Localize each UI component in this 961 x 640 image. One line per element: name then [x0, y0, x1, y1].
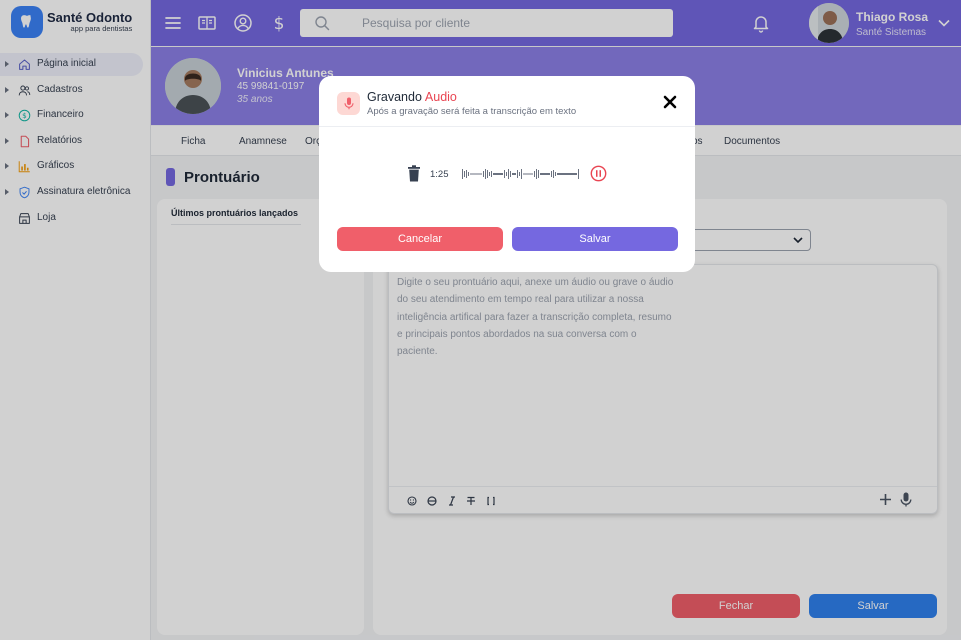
divider: [319, 126, 695, 127]
recording-timer: 1:25: [430, 169, 449, 180]
recording-modal: Gravando Audio Após a gravação será feita…: [319, 76, 695, 272]
close-icon[interactable]: [663, 95, 677, 109]
waveform-graphic: [462, 169, 579, 179]
modal-title-accent: Audio: [424, 90, 457, 104]
modal-subtitle: Após a gravação será feita a transcrição…: [367, 106, 577, 117]
pause-icon[interactable]: [590, 165, 607, 182]
save-button[interactable]: Salvar: [512, 227, 678, 251]
modal-title-text: Gravando: [367, 90, 422, 104]
microphone-icon: [343, 97, 354, 110]
modal-title: Gravando Audio: [367, 90, 457, 104]
microphone-badge: [337, 92, 360, 115]
trash-icon[interactable]: [407, 165, 421, 182]
audio-player: 1:25: [407, 165, 607, 185]
cancel-button[interactable]: Cancelar: [337, 227, 503, 251]
